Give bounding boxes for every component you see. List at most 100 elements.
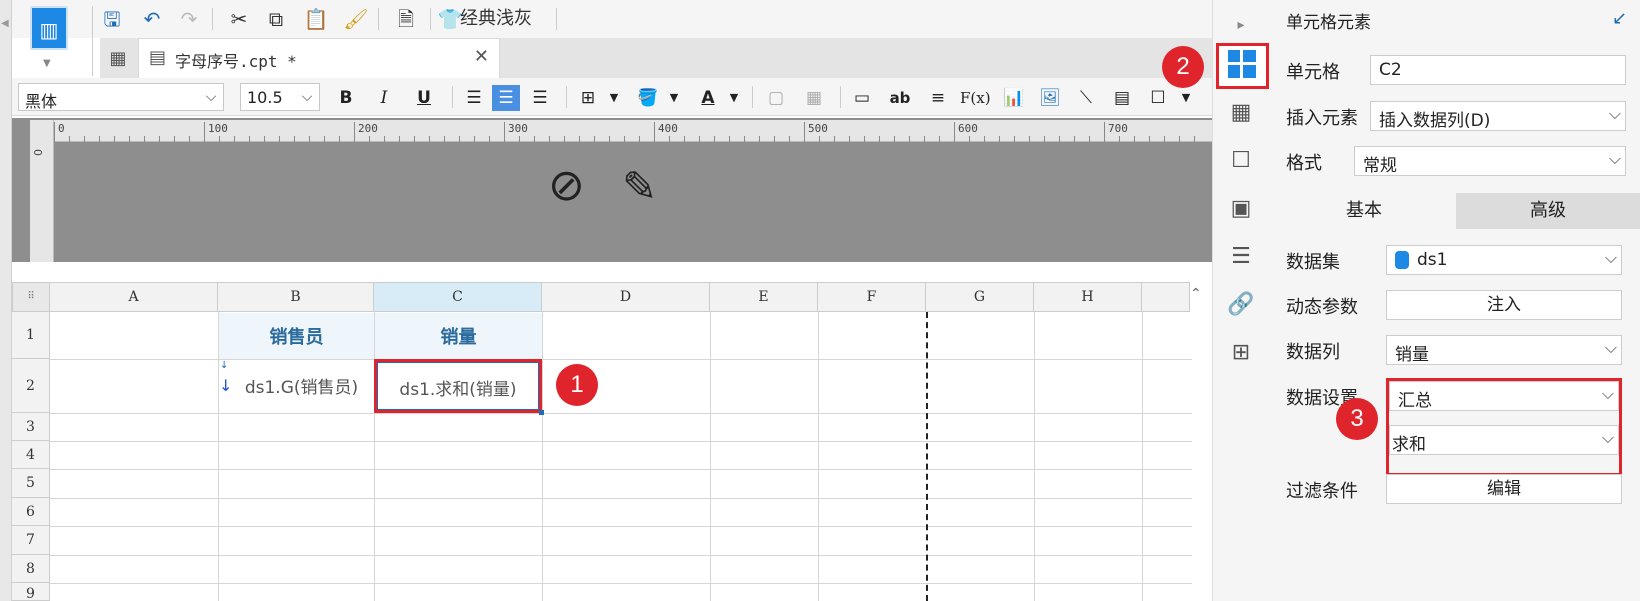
toolbar-divider [212, 8, 213, 30]
insert-element-select[interactable]: 插入数据列(D) ⌵ [1370, 101, 1626, 131]
filter-edit-button[interactable]: 编辑 [1386, 474, 1622, 504]
undo-icon[interactable]: ↶ [138, 5, 166, 33]
tab-title: 字母序号.cpt * [175, 52, 297, 71]
column-header-h[interactable]: H [1034, 282, 1142, 312]
ruler-tick [924, 136, 925, 142]
theme-button[interactable]: 经典浅灰 [460, 5, 532, 33]
cell-border-icon[interactable]: ☐ [1144, 85, 1172, 111]
ruler-tick [564, 136, 565, 142]
align-right-icon[interactable]: ☰ [526, 85, 554, 111]
row-header-5[interactable]: 5 [12, 469, 50, 498]
inject-button[interactable]: 注入 [1386, 290, 1622, 320]
toolbar-divider [566, 86, 567, 108]
row-header-3[interactable]: 3 [12, 413, 50, 441]
row-header-8[interactable]: 8 [12, 555, 50, 583]
dataset-select[interactable]: ds1 ⌵ [1386, 245, 1622, 275]
font-family-select[interactable]: 黑体 ⌵ [18, 83, 224, 111]
column-header-d[interactable]: D [542, 282, 710, 312]
row-header-2[interactable]: 2 [12, 359, 50, 413]
format-painter-icon[interactable]: 🖌 [342, 5, 370, 33]
cell-c1[interactable]: 销量 [375, 313, 542, 359]
row-header-1[interactable]: 1 [12, 312, 50, 359]
save-icon[interactable]: 🖫 [98, 5, 126, 33]
condition-attribute-icon[interactable]: ☰ [1226, 242, 1256, 272]
font-size-select[interactable]: 10.5 ⌵ [240, 83, 320, 111]
app-logo-icon[interactable]: ▥ [30, 6, 68, 50]
border-icon[interactable]: ⊞ [574, 85, 602, 111]
cell-element-icon[interactable] [1228, 50, 1256, 78]
insert-chart-icon[interactable]: 📊 [1000, 85, 1028, 111]
chevron-down-icon[interactable]: ▼ [600, 85, 628, 111]
insert-rich-text-icon[interactable]: ≡ [924, 85, 952, 111]
tab-basic[interactable]: 基本 [1272, 193, 1456, 229]
format-select[interactable]: 常规 ⌵ [1354, 146, 1626, 176]
insert-slash-icon[interactable]: ⟍ [1072, 85, 1100, 111]
logo-dropdown-icon[interactable]: ▼ [43, 58, 51, 69]
select-all-corner[interactable]: ⠿ [12, 282, 50, 312]
template-icon[interactable]: 🗎 [392, 5, 420, 33]
cell-attribute-icon[interactable]: ▦ [1226, 98, 1256, 128]
ruler-tick [984, 136, 985, 142]
fill-color-icon[interactable]: 🪣 [634, 85, 662, 111]
row-header-7[interactable]: 7 [12, 526, 50, 555]
insert-subreport-icon[interactable]: ▤ [1108, 85, 1136, 111]
column-header-a[interactable]: A [50, 282, 218, 312]
column-header-b[interactable]: B [218, 282, 374, 312]
pin-panel-icon[interactable]: ↙ [1612, 8, 1627, 29]
merge-cells-icon[interactable]: ▢ [762, 85, 790, 111]
bold-button[interactable]: B [332, 85, 360, 111]
insert-image-icon[interactable]: 🖼 [1036, 85, 1064, 111]
collapse-left-icon[interactable]: ◀ [1, 18, 9, 29]
align-center-icon[interactable]: ☰ [492, 85, 520, 111]
widget-icon[interactable]: ▣ [1226, 194, 1256, 224]
chevron-down-icon[interactable]: ▼ [660, 85, 688, 111]
hyperlink-icon[interactable]: 🔗 [1226, 290, 1256, 320]
hide-eye-icon[interactable]: ⊘ [548, 160, 585, 211]
spreadsheet-area [12, 262, 1212, 601]
insert-text-icon[interactable]: ab [886, 85, 914, 111]
tab-report-file[interactable]: ▤ 字母序号.cpt * ✕ [138, 38, 500, 78]
insert-data-column-icon[interactable]: ▭ [848, 85, 876, 111]
scroll-up-icon[interactable]: ⌃ [1190, 286, 1202, 302]
tab-advanced[interactable]: 高级 [1456, 193, 1640, 229]
italic-button[interactable]: I [370, 85, 398, 111]
insert-formula-icon[interactable]: F(x) [960, 85, 991, 111]
chevron-down-icon[interactable]: ▼ [1172, 85, 1200, 111]
row-header-9[interactable]: 9 [12, 583, 50, 601]
ruler-tick [264, 136, 265, 142]
column-header-e[interactable]: E [710, 282, 818, 312]
close-tab-icon[interactable]: ✕ [474, 46, 489, 67]
pencil-edit-icon[interactable]: ✎ [622, 162, 657, 211]
split-cells-icon[interactable]: ▦ [800, 85, 828, 111]
cell-layout-icon[interactable]: ⊞ [1226, 338, 1256, 368]
float-element-icon[interactable]: ☐ [1226, 146, 1256, 176]
column-header-f[interactable]: F [818, 282, 926, 312]
redo-icon[interactable]: ↷ [175, 5, 203, 33]
cell-b1[interactable]: 销售员 [219, 313, 374, 359]
column-header-c[interactable]: C [374, 282, 542, 312]
cell-name-field[interactable]: C2 [1370, 55, 1626, 85]
column-header-g[interactable]: G [926, 282, 1034, 312]
step-marker-3: 3 [1336, 398, 1378, 440]
paste-icon[interactable]: 📋 [302, 5, 330, 33]
cut-icon[interactable]: ✂ [225, 5, 253, 33]
fill-handle[interactable] [539, 410, 544, 415]
ruler-tick [1194, 136, 1195, 142]
cell-label: 单元格 [1286, 62, 1340, 83]
cell-c2[interactable]: ds1.求和(销量) [377, 362, 539, 410]
left-collapse-strip[interactable]: ◀ [0, 0, 12, 601]
row-header-6[interactable]: 6 [12, 498, 50, 526]
copy-icon[interactable]: ⧉ [262, 5, 290, 33]
cell-b2[interactable]: ds1.G(销售员) [219, 360, 374, 413]
align-left-icon[interactable]: ☰ [460, 85, 488, 111]
ruler-tick [339, 136, 340, 142]
chevron-down-icon[interactable]: ▼ [720, 85, 748, 111]
font-color-icon[interactable]: A [694, 85, 722, 111]
grid-view-icon[interactable]: ▦ [100, 42, 136, 76]
toolbar-divider [452, 86, 453, 108]
data-column-select[interactable]: 销量 ⌵ [1386, 335, 1622, 365]
chevron-down-icon: ⌵ [205, 89, 217, 105]
row-header-4[interactable]: 4 [12, 441, 50, 469]
expand-right-icon[interactable]: ▸ [1226, 10, 1256, 40]
underline-button[interactable]: U [410, 85, 438, 111]
